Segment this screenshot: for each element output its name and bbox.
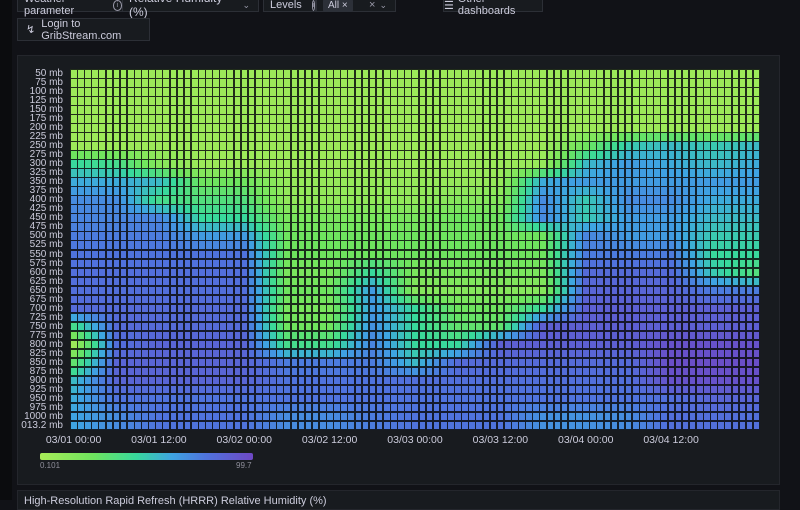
chevron-down-icon: ⌄: [379, 0, 387, 10]
remove-icon[interactable]: ×: [342, 0, 348, 11]
menu-icon: ☰: [444, 0, 454, 12]
levels-chip-label: All: [328, 0, 340, 11]
left-edge: [0, 0, 12, 500]
heatmap-cell: [752, 420, 761, 431]
x-tick-label: 03/04 00:00: [557, 434, 614, 446]
levels-text: Levels: [270, 0, 302, 11]
weather-parameter-value: Relative Humidity (%): [129, 0, 222, 19]
x-tick-label: 03/03 00:00: [387, 434, 443, 446]
weather-parameter-select[interactable]: Relative Humidity (%) ⌄: [122, 0, 259, 19]
heatmap-grid[interactable]: [70, 69, 761, 431]
color-legend-bar: [40, 453, 253, 460]
x-tick-label: 03/01 12:00: [131, 434, 187, 446]
x-tick-label: 03/03 12:00: [472, 434, 529, 446]
bottom-panel: High-Resolution Rapid Refresh (HRRR) Rel…: [17, 490, 780, 510]
chevron-down-icon: ⌄: [242, 0, 250, 10]
login-label: Login to GribStream.com: [41, 17, 122, 42]
bolt-icon: ↯: [26, 24, 36, 36]
other-dashboards-button[interactable]: ☰Other dashboards: [443, 0, 543, 17]
y-tick-label: 013.2 mb: [21, 419, 63, 431]
legend-min-label: 0.101: [40, 461, 61, 470]
levels-label: Levels i: [263, 0, 316, 12]
info-icon[interactable]: i: [311, 0, 316, 11]
x-tick-label: 03/02 00:00: [216, 434, 272, 446]
x-tick-label: 03/02 12:00: [301, 434, 358, 446]
x-tick-label: 03/01 00:00: [45, 434, 102, 446]
levels-select[interactable]: All × × ⌄: [316, 0, 396, 12]
info-icon[interactable]: i: [112, 0, 122, 11]
legend-max-label: 99.7: [236, 461, 252, 470]
weather-parameter-text: Weather parameter: [24, 0, 75, 17]
bottom-panel-title: High-Resolution Rapid Refresh (HRRR) Rel…: [24, 495, 327, 507]
clear-icon[interactable]: ×: [369, 0, 375, 11]
weather-parameter-label: Weather parameter i: [17, 0, 123, 17]
login-button[interactable]: ↯ Login to GribStream.com: [17, 17, 150, 42]
other-dashboards-label: Other dashboards: [457, 0, 516, 17]
levels-chip[interactable]: All ×: [323, 0, 353, 12]
x-tick-label: 03/04 12:00: [643, 434, 699, 446]
